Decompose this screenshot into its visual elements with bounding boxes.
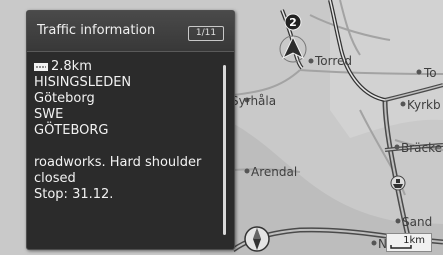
- route-marker[interactable]: 2: [284, 13, 302, 31]
- distance-row: 2.8km: [34, 59, 216, 75]
- traffic-message-body: 2.8km HISINGSLEDEN Göteborg SWE GÖTEBORG…: [34, 59, 216, 203]
- place-dot: [416, 69, 422, 75]
- message-text: closed: [34, 171, 76, 186]
- traffic-info-panel[interactable]: Traffic information 1/11 2.8km HISINGSLE…: [26, 10, 235, 250]
- place-label: Torred: [315, 54, 353, 68]
- road-icon: [34, 63, 48, 71]
- place-label: Arendal: [251, 165, 298, 179]
- page-counter: 1/11: [188, 26, 224, 41]
- place-dot: [395, 218, 401, 224]
- region-name: GÖTEBORG: [34, 123, 109, 138]
- message-text: roadworks. Hard shoulder: [34, 155, 202, 170]
- place-label: Syrhåla: [231, 94, 277, 108]
- distance-value: 2.8km: [51, 59, 92, 74]
- place-dot: [400, 101, 406, 107]
- place-label: Kyrkb: [407, 98, 441, 112]
- scrollbar[interactable]: [223, 65, 226, 235]
- panel-header: Traffic information 1/11: [27, 11, 234, 52]
- stop-date: Stop: 31.12.: [34, 187, 114, 202]
- place-label: To: [424, 66, 437, 80]
- place-dot: [308, 58, 314, 64]
- route-marker-number: 2: [289, 16, 297, 29]
- place-dot: [371, 240, 377, 246]
- place-label: Sand: [402, 215, 433, 229]
- road-name: HISINGSLEDEN: [34, 75, 132, 90]
- road-minor: [232, 69, 301, 96]
- country-code: SWE: [34, 107, 64, 122]
- ferry-icon: [390, 175, 406, 191]
- map-scale: 1km: [386, 233, 432, 252]
- place-dot: [244, 168, 250, 174]
- compass-icon[interactable]: [244, 226, 270, 252]
- city-name: Göteborg: [34, 91, 95, 106]
- map-scale-label: 1km: [403, 235, 425, 246]
- panel-title: Traffic information: [37, 23, 156, 38]
- place-dot: [394, 144, 400, 150]
- car-position-icon: [279, 35, 307, 63]
- navigation-screen: 2 Torred Syrhåla Arendal To Kyrkb Bräcke…: [0, 0, 443, 255]
- place-label: Bräcke: [401, 141, 443, 155]
